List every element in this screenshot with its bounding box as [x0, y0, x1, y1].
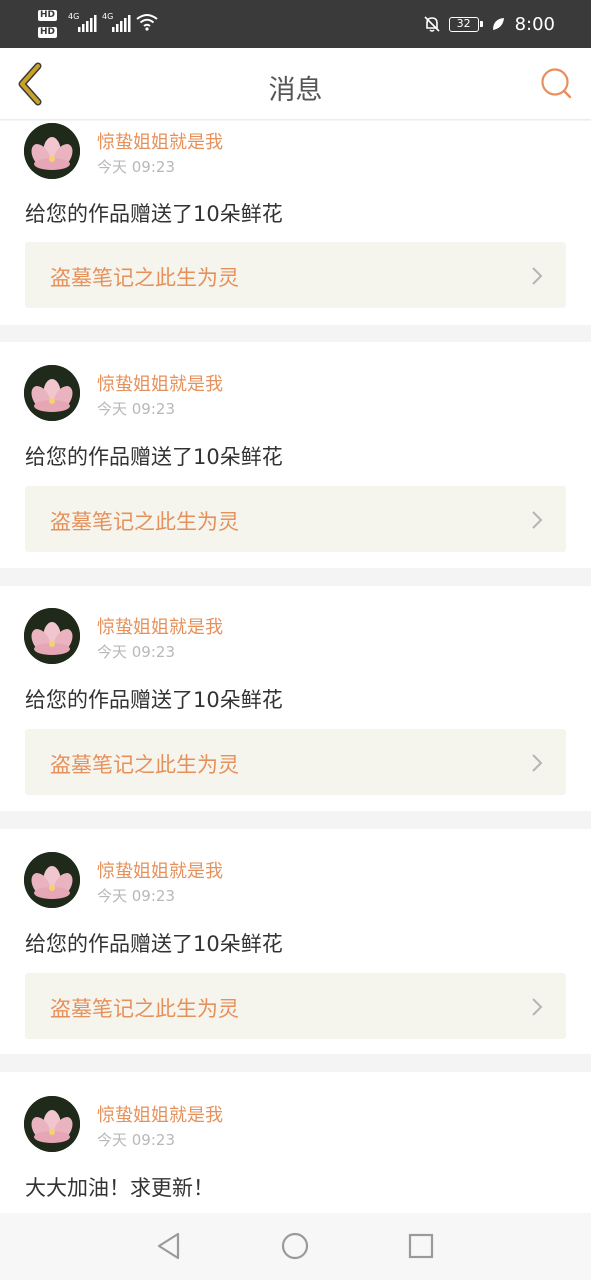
user-name[interactable]: 惊蛰姐姐就是我	[97, 857, 223, 883]
header-bar: 消息	[0, 48, 591, 120]
hd-badge: HD	[38, 10, 58, 21]
work-title: 盗墓笔记之此生为灵	[50, 753, 239, 777]
work-title: 盗墓笔记之此生为灵	[50, 510, 239, 534]
wifi-icon	[136, 14, 158, 31]
avatar[interactable]	[24, 852, 80, 908]
search-icon	[541, 68, 572, 99]
lotus-avatar-image	[24, 608, 80, 664]
message-card: 惊蛰姐姐就是我 今天 09:23 大大加油！求更新！	[0, 1072, 591, 1213]
work-link[interactable]: 盗墓笔记之此生为灵	[25, 242, 566, 308]
message-text: 给您的作品赠送了10朵鲜花	[25, 688, 283, 712]
chevron-right-icon	[532, 511, 543, 529]
clock: 8:00	[514, 13, 555, 35]
message-text: 给您的作品赠送了10朵鲜花	[25, 932, 283, 956]
status-right: 32 8:00	[423, 0, 555, 48]
avatar[interactable]	[24, 123, 80, 179]
signal-icon	[112, 15, 131, 32]
message-text: 大大加油！求更新！	[25, 1176, 214, 1200]
message-card: 惊蛰姐姐就是我 今天 09:23 给您的作品赠送了10朵鲜花 盗墓笔记之此生为灵	[0, 829, 591, 1054]
square-recents-icon[interactable]	[406, 1231, 436, 1261]
chevron-right-icon	[532, 754, 543, 772]
chevron-right-icon	[532, 998, 543, 1016]
work-link[interactable]: 盗墓笔记之此生为灵	[25, 486, 566, 552]
mute-bell-icon	[424, 16, 440, 32]
signal-icon	[78, 15, 97, 32]
message-time: 今天 09:23	[97, 643, 175, 661]
battery-indicator: 32	[448, 16, 483, 32]
message-card: 惊蛰姐姐就是我 今天 09:23 给您的作品赠送了10朵鲜花 盗墓笔记之此生为灵	[0, 586, 591, 811]
message-card: 惊蛰姐姐就是我 今天 09:23 给您的作品赠送了10朵鲜花 盗墓笔记之此生为灵	[0, 342, 591, 568]
page-title: 消息	[268, 75, 323, 106]
lotus-avatar-image	[24, 123, 80, 179]
message-time: 今天 09:23	[97, 158, 175, 176]
avatar[interactable]	[24, 365, 80, 421]
triangle-back-icon[interactable]	[154, 1231, 184, 1261]
message-time: 今天 09:23	[97, 1131, 175, 1149]
message-text: 给您的作品赠送了10朵鲜花	[25, 445, 283, 469]
system-nav-bar	[0, 1213, 591, 1280]
user-name[interactable]: 惊蛰姐姐就是我	[97, 1101, 223, 1127]
user-name[interactable]: 惊蛰姐姐就是我	[97, 613, 223, 639]
circle-home-icon[interactable]	[280, 1231, 310, 1261]
avatar[interactable]	[24, 1096, 80, 1152]
leaf-icon	[492, 18, 504, 30]
lotus-avatar-image	[24, 852, 80, 908]
chevron-right-icon	[532, 267, 543, 285]
work-link[interactable]: 盗墓笔记之此生为灵	[25, 973, 566, 1039]
message-time: 今天 09:23	[97, 400, 175, 418]
message-time: 今天 09:23	[97, 887, 175, 905]
lotus-avatar-image	[24, 365, 80, 421]
user-name[interactable]: 惊蛰姐姐就是我	[97, 370, 223, 396]
hd-badge: HD	[38, 27, 58, 38]
work-title: 盗墓笔记之此生为灵	[50, 997, 239, 1021]
message-card: 惊蛰姐姐就是我 今天 09:23 给您的作品赠送了10朵鲜花 盗墓笔记之此生为灵	[0, 121, 591, 325]
lotus-avatar-image	[24, 1096, 80, 1152]
work-title: 盗墓笔记之此生为灵	[50, 266, 239, 290]
message-list[interactable]: 惊蛰姐姐就是我 今天 09:23 给您的作品赠送了10朵鲜花 盗墓笔记之此生为灵…	[0, 121, 591, 1213]
user-name[interactable]: 惊蛰姐姐就是我	[97, 128, 223, 154]
avatar[interactable]	[24, 608, 80, 664]
status-bar: HD HD 4G 4G 32 8:00	[0, 0, 591, 48]
message-text: 给您的作品赠送了10朵鲜花	[25, 202, 283, 226]
work-link[interactable]: 盗墓笔记之此生为灵	[25, 729, 566, 795]
search-button[interactable]	[539, 66, 575, 102]
